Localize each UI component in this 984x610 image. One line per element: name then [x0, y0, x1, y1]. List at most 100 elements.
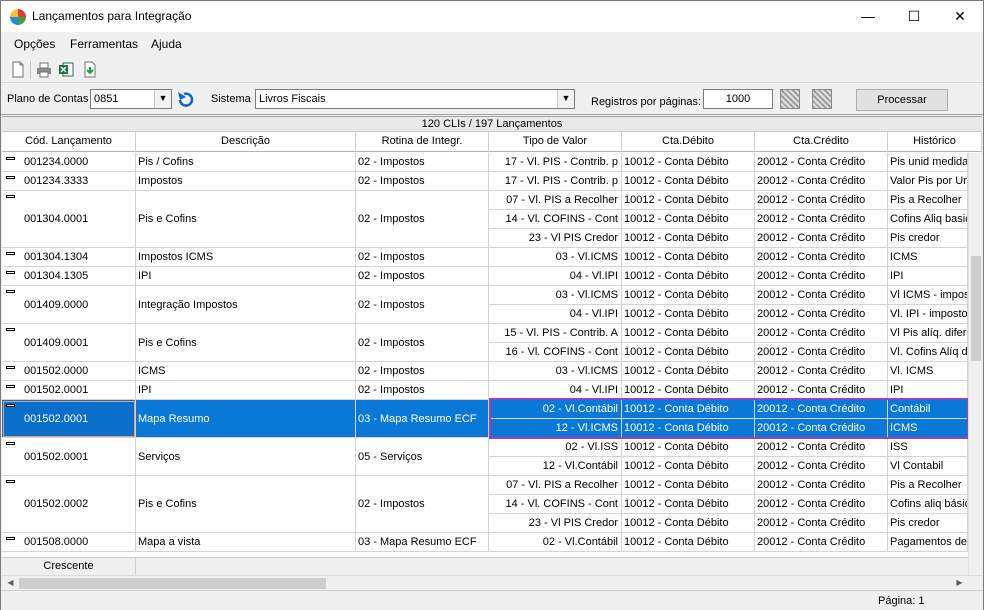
row-expand-icon[interactable]	[6, 290, 15, 293]
sort-order-label: Crescente	[2, 558, 136, 575]
new-document-icon[interactable]	[10, 61, 26, 78]
plano-label: Plano de Contas	[7, 93, 89, 105]
debit-account-cell: 10012 - Conta Débito	[622, 153, 755, 172]
description-cell: Impostos ICMS	[136, 248, 356, 267]
chevron-down-icon[interactable]: ▼	[557, 90, 574, 108]
description-cell: Integração Impostos	[136, 286, 356, 324]
historico-cell: Pis a Recolher	[888, 476, 968, 495]
row-expand-icon[interactable]	[6, 404, 15, 407]
rotina-cell: 02 - Impostos	[356, 172, 489, 191]
debit-account-cell: 10012 - Conta Débito	[622, 438, 755, 457]
credit-account-cell: 20012 - Conta Crédito	[755, 210, 888, 229]
rotina-cell: 02 - Impostos	[356, 153, 489, 172]
column-header[interactable]: Cta.Débito	[622, 132, 755, 152]
rotina-cell: 03 - Mapa Resumo ECF	[356, 533, 489, 552]
row-expand-icon[interactable]	[6, 442, 15, 445]
debit-account-cell: 10012 - Conta Débito	[622, 495, 755, 514]
historico-cell: Vl. Cofins Alíq di	[888, 343, 968, 362]
vertical-scrollbar[interactable]	[968, 153, 982, 575]
description-cell: IPI	[136, 381, 356, 400]
row-expand-icon[interactable]	[6, 385, 15, 388]
column-header[interactable]: Tipo de Valor	[489, 132, 622, 152]
grid-header: Cód. Lançamento Descrição Rotina de Integr…	[2, 132, 982, 152]
tipo-valor-cell: 14 - Vl. COFINS - Cont	[489, 495, 622, 514]
code-cell: 001508.0000	[2, 533, 136, 552]
credit-account-cell: 20012 - Conta Crédito	[755, 153, 888, 172]
close-icon[interactable]: ✕	[937, 1, 983, 32]
row-expand-icon[interactable]	[6, 157, 15, 160]
credit-account-cell: 20012 - Conta Crédito	[755, 324, 888, 343]
excel-export-icon[interactable]	[58, 61, 74, 78]
row-expand-icon[interactable]	[6, 271, 15, 274]
credit-account-cell: 20012 - Conta Crédito	[755, 362, 888, 381]
row-expand-icon[interactable]	[6, 480, 15, 483]
description-cell: Mapa Resumo	[136, 400, 356, 438]
print-icon[interactable]	[36, 61, 52, 78]
processar-button[interactable]: Processar	[856, 89, 948, 111]
sistema-label: Sistema	[211, 93, 251, 105]
historico-cell: Vl. ICMS	[888, 362, 968, 381]
description-cell: Pis e Cofins	[136, 191, 356, 248]
rotina-cell: 02 - Impostos	[356, 362, 489, 381]
row-expand-icon[interactable]	[6, 252, 15, 255]
column-header[interactable]: Cód. Lançamento	[2, 132, 136, 152]
row-expand-icon[interactable]	[6, 176, 15, 179]
pattern-button-2[interactable]	[812, 89, 832, 109]
column-header[interactable]: Rotina de Integr.	[356, 132, 489, 152]
code-cell: 001304.1304	[2, 248, 136, 267]
scroll-right-icon[interactable]: ▶	[952, 576, 967, 589]
launch-grid[interactable]: 120 CLIs / 197 Lançamentos Cód. Lançamen…	[2, 116, 982, 589]
row-expand-icon[interactable]	[6, 537, 15, 540]
column-header[interactable]: Cta.Crédito	[755, 132, 888, 152]
row-expand-icon[interactable]	[6, 366, 15, 369]
debit-account-cell: 10012 - Conta Débito	[622, 286, 755, 305]
sistema-select[interactable]: Livros Fiscais ▼	[255, 89, 575, 109]
rotina-cell: 02 - Impostos	[356, 324, 489, 362]
minimize-icon[interactable]: —	[845, 1, 891, 32]
historico-cell: Vl Contabil	[888, 457, 968, 476]
credit-account-cell: 20012 - Conta Crédito	[755, 514, 888, 533]
pattern-button-1[interactable]	[780, 89, 800, 109]
tipo-valor-cell: 02 - Vl.Contábil	[489, 533, 622, 552]
debit-account-cell: 10012 - Conta Débito	[622, 305, 755, 324]
horizontal-scroll-thumb[interactable]	[19, 578, 326, 589]
menu-ferramentas[interactable]: Ferramentas	[70, 37, 138, 51]
row-expand-icon[interactable]	[6, 328, 15, 331]
chevron-down-icon[interactable]: ▼	[154, 90, 171, 108]
historico-cell: Pis a Recolher	[888, 191, 968, 210]
import-icon[interactable]	[82, 61, 98, 78]
debit-account-cell: 10012 - Conta Débito	[622, 191, 755, 210]
horizontal-scrollbar[interactable]: ◀ ▶	[2, 575, 982, 589]
tipo-valor-cell: 02 - Vl.ISS	[489, 438, 622, 457]
row-expand-icon[interactable]	[6, 195, 15, 198]
historico-cell: Cofins Aliq basic	[888, 210, 968, 229]
title-bar: Lançamentos para Integração — ☐ ✕	[1, 1, 983, 32]
historico-cell: Pagamentos de	[888, 533, 968, 552]
description-cell: ICMS	[136, 362, 356, 381]
status-bar: Página: 1	[1, 590, 983, 610]
description-cell: IPI	[136, 267, 356, 286]
historico-cell: Pis credor	[888, 514, 968, 533]
grid-footer: Crescente	[2, 557, 968, 575]
credit-account-cell: 20012 - Conta Crédito	[755, 305, 888, 324]
debit-account-cell: 10012 - Conta Débito	[622, 229, 755, 248]
description-cell: Pis e Cofins	[136, 324, 356, 362]
column-header[interactable]: Histórico	[888, 132, 982, 152]
plano-select[interactable]: 0851 ▼	[90, 89, 172, 109]
scroll-left-icon[interactable]: ◀	[3, 576, 18, 589]
code-cell: 001304.0001	[2, 191, 136, 248]
vertical-scroll-thumb[interactable]	[971, 256, 981, 361]
registros-input[interactable]: 1000	[703, 89, 773, 109]
maximize-icon[interactable]: ☐	[891, 1, 937, 32]
debit-account-cell: 10012 - Conta Débito	[622, 533, 755, 552]
credit-account-cell: 20012 - Conta Crédito	[755, 286, 888, 305]
tipo-valor-cell: 15 - Vl. PIS - Contrib. A	[489, 324, 622, 343]
refresh-icon[interactable]	[176, 90, 196, 108]
tipo-valor-cell: 07 - Vl. PIS a Recolher	[489, 476, 622, 495]
menu-ajuda[interactable]: Ajuda	[151, 37, 182, 51]
historico-cell: Vl Pis alíq. difere	[888, 324, 968, 343]
menu-opcoes[interactable]: Opções	[14, 37, 55, 51]
column-header[interactable]: Descrição	[136, 132, 356, 152]
historico-cell: Vl. IPI - impostos	[888, 305, 968, 324]
credit-account-cell: 20012 - Conta Crédito	[755, 476, 888, 495]
